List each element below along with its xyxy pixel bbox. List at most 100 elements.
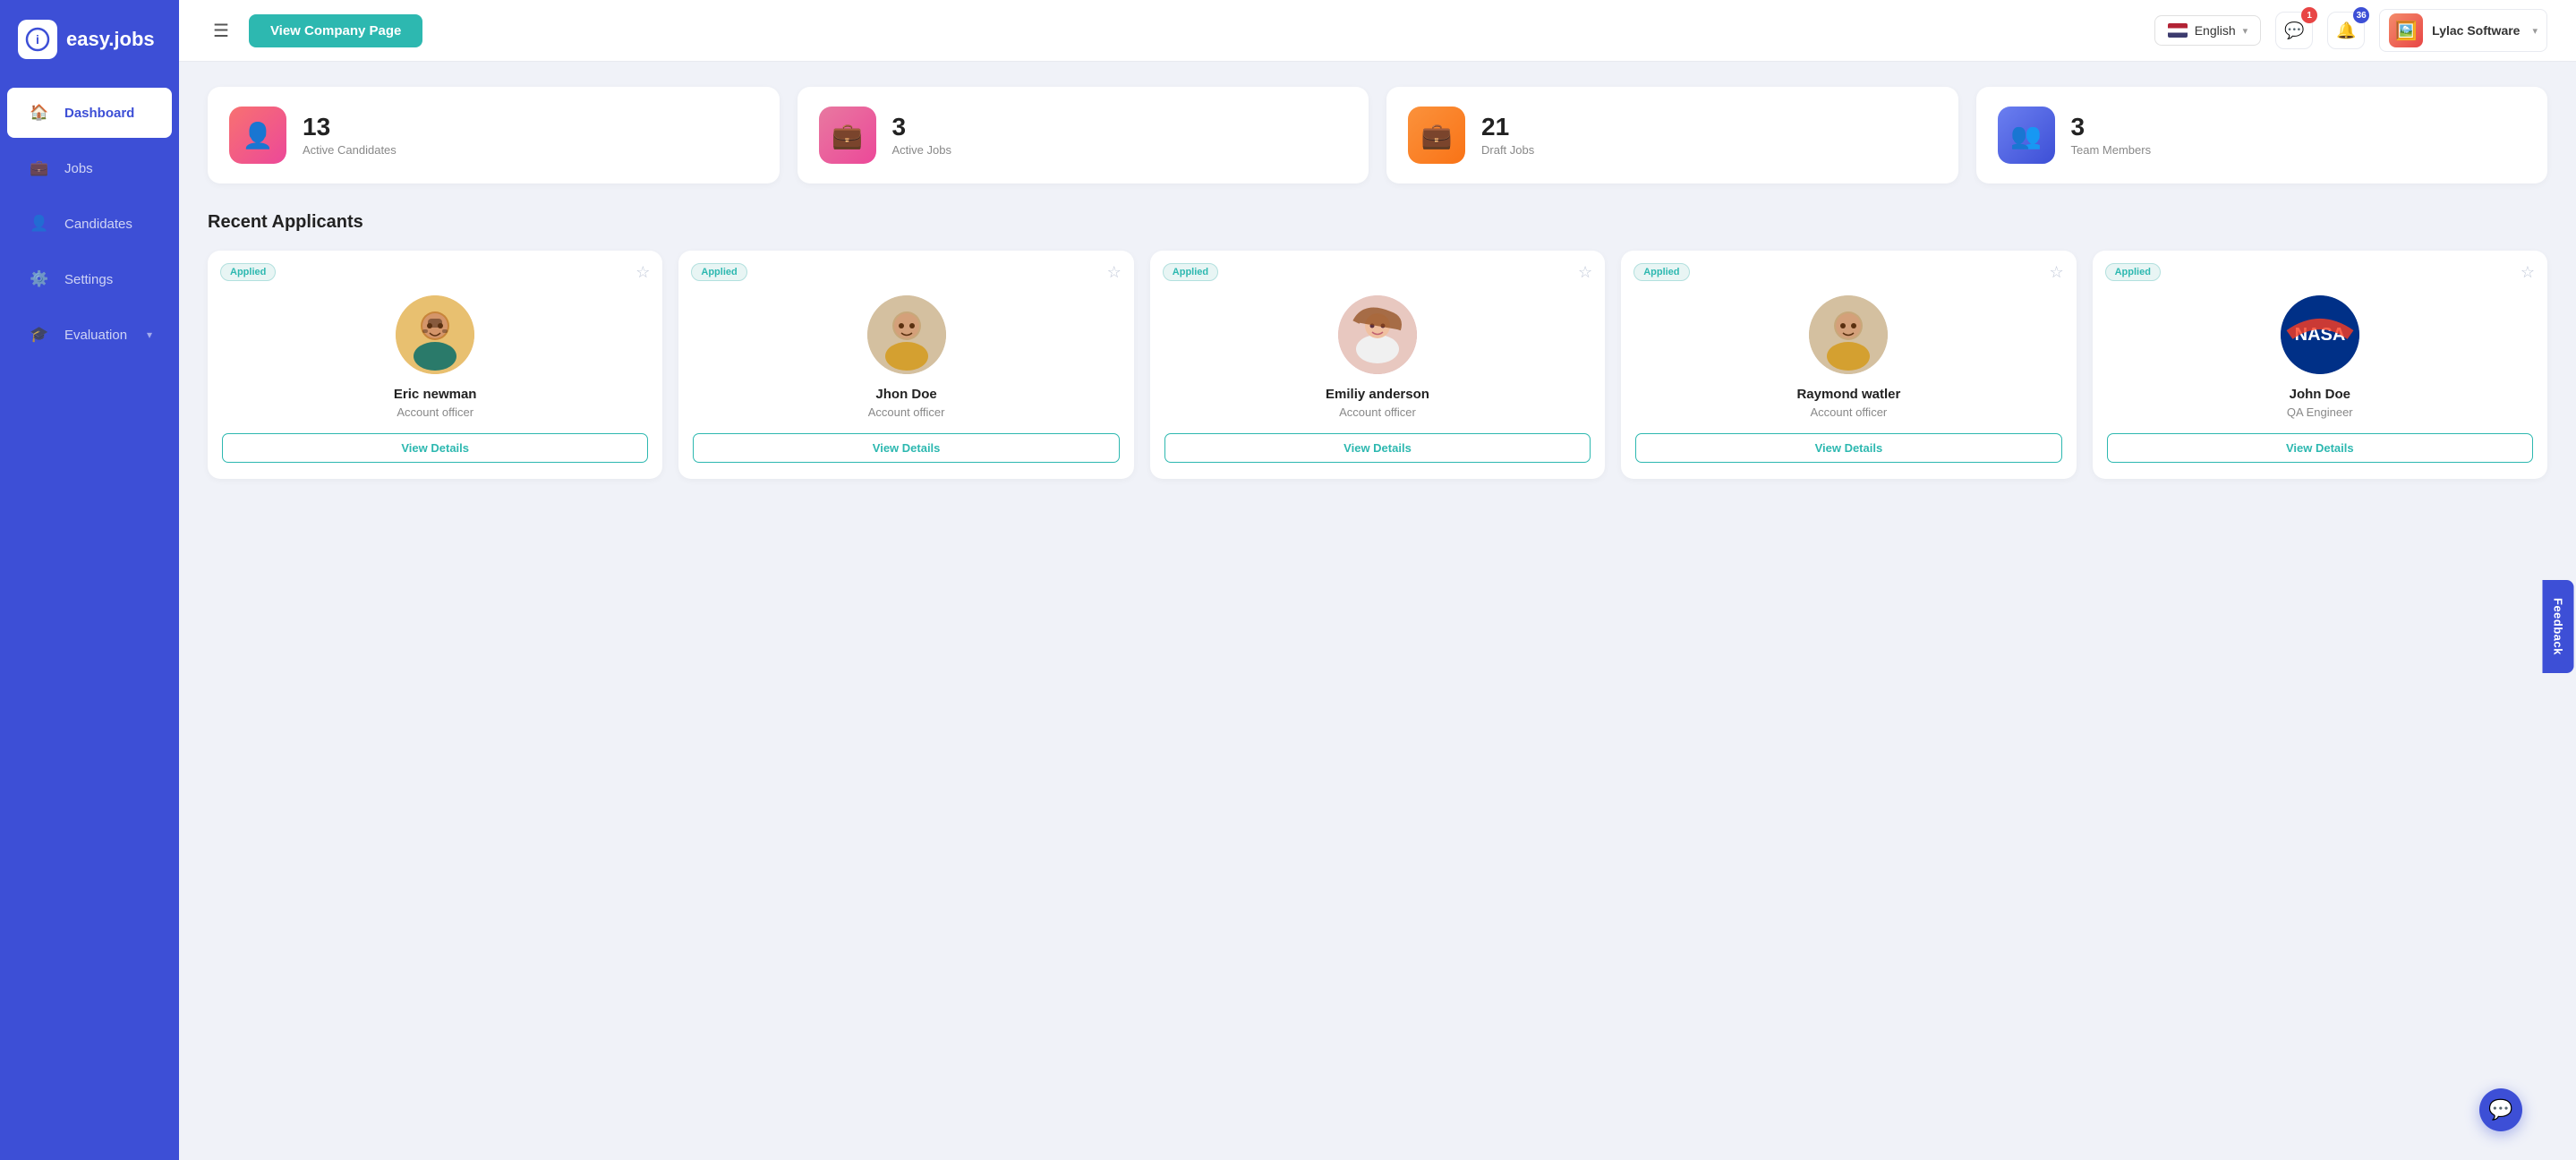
chevron-down-icon: ▾ xyxy=(147,328,152,341)
applicant-name-jhon: Jhon Doe xyxy=(875,387,936,402)
applicant-card-jhon: Applied ☆ Jhon Doe Account officer View … xyxy=(678,251,1133,479)
sidebar-label-jobs: Jobs xyxy=(64,161,93,176)
sidebar-item-candidates[interactable]: 👤 Candidates xyxy=(7,199,172,249)
stat-card-draft-jobs: 💼 21 Draft Jobs xyxy=(1386,87,1958,183)
stat-card-active-candidates: 👤 13 Active Candidates xyxy=(208,87,780,183)
view-details-button-emily[interactable]: View Details xyxy=(1164,433,1591,463)
settings-icon: ⚙️ xyxy=(27,267,52,292)
language-selector[interactable]: English ▾ xyxy=(2154,15,2261,46)
user-chevron-icon: ▾ xyxy=(2532,25,2538,37)
user-avatar: 🖼️ xyxy=(2389,13,2423,47)
stat-info-draft-jobs: 21 Draft Jobs xyxy=(1481,114,1534,158)
us-flag-icon xyxy=(2168,23,2188,38)
notification-badge: 36 xyxy=(2353,7,2369,23)
recent-applicants-title: Recent Applicants xyxy=(208,212,2547,233)
stat-cards: 👤 13 Active Candidates 💼 3 Active Jobs 💼… xyxy=(208,87,2547,183)
view-company-button[interactable]: View Company Page xyxy=(249,14,422,47)
svg-text:i: i xyxy=(36,32,39,47)
applicant-name-johndoe2: John Doe xyxy=(2290,387,2350,402)
stat-icon-draft-jobs: 💼 xyxy=(1408,107,1465,164)
notifications-button[interactable]: 🔔 36 xyxy=(2327,12,2365,49)
app-name: easy.jobs xyxy=(66,28,155,51)
view-details-button-raymond[interactable]: View Details xyxy=(1635,433,2061,463)
applicant-card-eric: Applied ☆ Eric newman Account officer Vi… xyxy=(208,251,662,479)
applicant-name-raymond: Raymond watler xyxy=(1796,387,1900,402)
stat-card-team-members: 👥 3 Team Members xyxy=(1976,87,2548,183)
logo-icon: i xyxy=(18,20,57,59)
chevron-down-icon: ▾ xyxy=(2243,25,2248,37)
messages-button[interactable]: 💬 1 xyxy=(2275,12,2313,49)
stat-label-active-jobs: Active Jobs xyxy=(892,143,951,157)
star-icon-emily[interactable]: ☆ xyxy=(1578,263,1592,282)
bell-icon: 🔔 xyxy=(2336,21,2356,40)
star-icon-jhon[interactable]: ☆ xyxy=(1107,263,1122,282)
applicant-name-emily: Emiliy anderson xyxy=(1326,387,1429,402)
sidebar-item-jobs[interactable]: 💼 Jobs xyxy=(7,143,172,193)
view-details-button-eric[interactable]: View Details xyxy=(222,433,648,463)
view-details-button-jhon[interactable]: View Details xyxy=(693,433,1119,463)
star-icon-raymond[interactable]: ☆ xyxy=(2049,263,2063,282)
recent-applicants-section: Recent Applicants Applied ☆ Eric newman … xyxy=(208,212,2547,479)
jobs-icon: 💼 xyxy=(27,156,52,181)
message-icon: 💬 xyxy=(2284,21,2304,40)
stat-number-team-members: 3 xyxy=(2071,114,2152,141)
applicant-role-raymond: Account officer xyxy=(1811,405,1888,419)
applicant-cards: Applied ☆ Eric newman Account officer Vi… xyxy=(208,251,2547,479)
applicant-badge-jhon: Applied xyxy=(691,263,746,281)
star-icon-johndoe2[interactable]: ☆ xyxy=(2521,263,2535,282)
applicant-role-jhon: Account officer xyxy=(868,405,945,419)
stat-number-draft-jobs: 21 xyxy=(1481,114,1534,141)
applicant-name-eric: Eric newman xyxy=(394,387,477,402)
applicant-role-emily: Account officer xyxy=(1339,405,1416,419)
stat-info-active-jobs: 3 Active Jobs xyxy=(892,114,951,158)
user-menu[interactable]: 🖼️ Lylac Software ▾ xyxy=(2379,9,2547,52)
stat-icon-team-members: 👥 xyxy=(1998,107,2055,164)
home-icon: 🏠 xyxy=(27,100,52,125)
stat-number-active-candidates: 13 xyxy=(303,114,397,141)
applicant-role-johndoe2: QA Engineer xyxy=(2287,405,2353,419)
stat-label-draft-jobs: Draft Jobs xyxy=(1481,143,1534,157)
sidebar-item-dashboard[interactable]: 🏠 Dashboard xyxy=(7,88,172,138)
user-name: Lylac Software xyxy=(2432,23,2520,38)
feedback-button[interactable]: Feedback xyxy=(2543,580,2574,673)
sidebar: i easy.jobs 🏠 Dashboard 💼 Jobs 👤 Candida… xyxy=(0,0,179,1160)
header: ☰ View Company Page English ▾ 💬 1 🔔 36 🖼… xyxy=(179,0,2576,62)
applicant-role-eric: Account officer xyxy=(397,405,473,419)
star-icon-eric[interactable]: ☆ xyxy=(635,263,650,282)
applicant-card-johndoe2: Applied ☆ NASA John Doe QA Engineer View… xyxy=(2093,251,2547,479)
stat-number-active-jobs: 3 xyxy=(892,114,951,141)
applicant-avatar-jhon xyxy=(867,295,946,374)
sidebar-label-candidates: Candidates xyxy=(64,217,132,232)
view-details-button-johndoe2[interactable]: View Details xyxy=(2107,433,2533,463)
stat-info-active-candidates: 13 Active Candidates xyxy=(303,114,397,158)
sidebar-label-dashboard: Dashboard xyxy=(64,106,134,121)
evaluation-icon: 🎓 xyxy=(27,322,52,347)
language-label: English xyxy=(2195,23,2236,38)
stat-card-active-jobs: 💼 3 Active Jobs xyxy=(798,87,1369,183)
applicant-avatar-eric xyxy=(396,295,474,374)
sidebar-item-settings[interactable]: ⚙️ Settings xyxy=(7,254,172,304)
sidebar-label-evaluation: Evaluation xyxy=(64,328,127,343)
stat-label-active-candidates: Active Candidates xyxy=(303,143,397,157)
applicant-badge-emily: Applied xyxy=(1163,263,1218,281)
applicant-avatar-emily xyxy=(1338,295,1417,374)
sidebar-item-evaluation[interactable]: 🎓 Evaluation ▾ xyxy=(7,310,172,360)
sidebar-label-settings: Settings xyxy=(64,272,113,287)
applicant-avatar-johndoe2: NASA xyxy=(2281,295,2359,374)
stat-icon-active-jobs: 💼 xyxy=(819,107,876,164)
main-content: ☰ View Company Page English ▾ 💬 1 🔔 36 🖼… xyxy=(179,0,2576,1160)
message-badge: 1 xyxy=(2301,7,2317,23)
applicant-avatar-raymond xyxy=(1809,295,1888,374)
applicant-badge-eric: Applied xyxy=(220,263,276,281)
applicant-card-emily: Applied ☆ Emiliy anderson Account office… xyxy=(1150,251,1605,479)
user-avatar-icon: 🖼️ xyxy=(2395,20,2418,42)
candidates-icon: 👤 xyxy=(27,211,52,236)
chat-icon: 💬 xyxy=(2488,1098,2512,1122)
stat-label-team-members: Team Members xyxy=(2071,143,2152,157)
sidebar-logo: i easy.jobs xyxy=(0,0,179,79)
sidebar-nav: 🏠 Dashboard 💼 Jobs 👤 Candidates ⚙️ Setti… xyxy=(0,79,179,369)
menu-button[interactable]: ☰ xyxy=(208,14,235,47)
chat-button[interactable]: 💬 xyxy=(2479,1088,2522,1131)
applicant-badge-johndoe2: Applied xyxy=(2105,263,2161,281)
stat-icon-active-candidates: 👤 xyxy=(229,107,286,164)
